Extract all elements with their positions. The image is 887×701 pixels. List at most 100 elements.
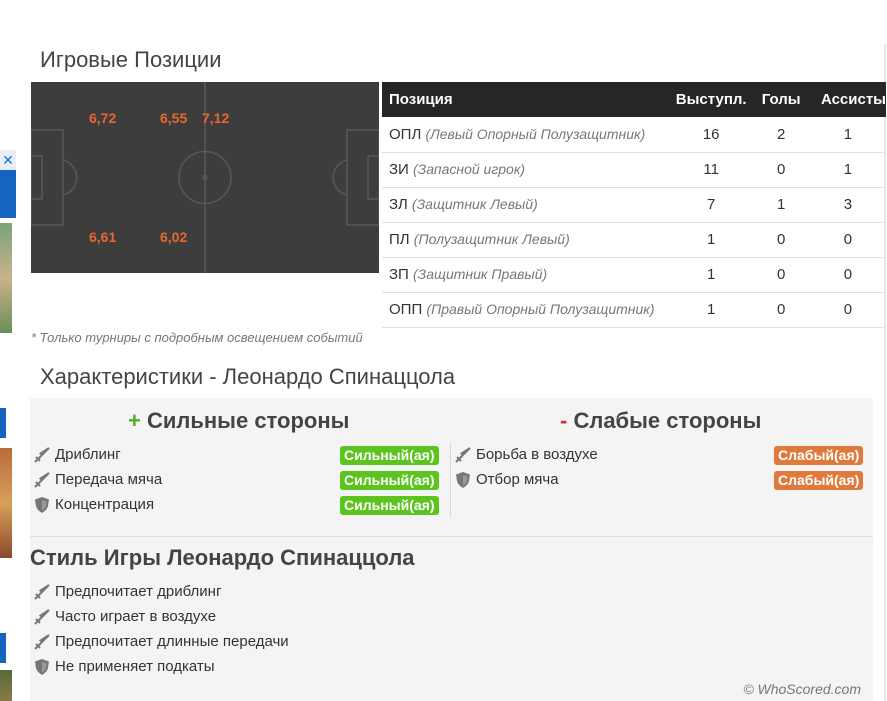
apps-cell: 1: [669, 222, 753, 258]
header-goals[interactable]: Голы: [752, 82, 810, 117]
play-style-panel: Стиль Игры Леонардо Спинаццола Предпочит…: [30, 536, 873, 701]
positions-title: Игровые Позиции: [40, 47, 222, 72]
pitch-rating: 6,02: [160, 229, 188, 245]
minus-icon: -: [560, 408, 568, 433]
table-row: ЗИ (Запасной игрок) 11 0 1: [382, 152, 886, 188]
strength-badge: Сильный(ая): [340, 471, 439, 490]
table-row: ОПЛ (Левый Опорный Полузащитник) 16 2 1: [382, 117, 886, 153]
ad-image[interactable]: [0, 670, 12, 701]
table-row: ПЛ (Полузащитник Левый) 1 0 0: [382, 222, 886, 258]
goals-cell: 1: [752, 187, 810, 223]
position-desc: (Левый Опорный Полузащитник): [425, 125, 646, 142]
assists-cell: 1: [809, 117, 886, 153]
goals-cell: 0: [752, 292, 810, 328]
ad-button[interactable]: [0, 633, 6, 663]
strength-badge: Сильный(ая): [340, 496, 439, 515]
play-style-label: Предпочитает длинные передачи: [55, 633, 289, 650]
goals-cell: 0: [752, 257, 810, 293]
plus-icon: +: [128, 408, 141, 433]
strength-label: Дриблинг: [55, 446, 121, 463]
side-ad[interactable]: ✕: [0, 150, 16, 701]
strength-item: Дриблинг: [33, 444, 121, 466]
goals-cell: 0: [752, 152, 810, 188]
weakness-badge: Слабый(ая): [774, 471, 864, 490]
sword-icon: [34, 609, 50, 625]
position-cell: ЗЛ (Защитник Левый): [382, 187, 670, 223]
sword-icon: [34, 584, 50, 600]
footnote: * Только турниры с подробным освещением …: [31, 330, 363, 345]
table-row: ЗЛ (Защитник Левый) 7 1 3: [382, 187, 886, 223]
weakness-badge: Слабый(ая): [774, 446, 864, 465]
ad-image[interactable]: [0, 223, 12, 333]
strength-badge: Сильный(ая): [340, 446, 439, 465]
table-header-row: Позиция Выступл. Голы Ассисты: [382, 82, 886, 117]
strengths-title: Сильные стороны: [146, 408, 350, 433]
weakness-label: Борьба в воздухе: [476, 446, 598, 463]
position-cell: ЗИ (Запасной игрок): [382, 152, 670, 188]
play-style-label: Не применяет подкаты: [55, 658, 215, 675]
ad-button[interactable]: [0, 408, 6, 438]
copyright-credit[interactable]: © WhoScored.com: [743, 681, 861, 697]
apps-cell: 11: [669, 152, 753, 188]
assists-cell: 0: [809, 257, 886, 293]
weakness-label: Отбор мяча: [476, 471, 559, 488]
goals-cell: 0: [752, 222, 810, 258]
strength-item: Концентрация: [33, 494, 154, 516]
pitch-rating: 6,61: [89, 229, 117, 245]
sword-icon: [34, 447, 50, 463]
sword-icon: [34, 634, 50, 650]
play-style-item: Предпочитает дриблинг: [33, 581, 221, 603]
shield-icon: [35, 659, 49, 676]
positions-table: Позиция Выступл. Голы Ассисты ОПЛ (Левый…: [382, 82, 886, 328]
column-divider: [450, 442, 451, 518]
position-cell: ПЛ (Полузащитник Левый): [382, 222, 670, 258]
shield-icon: [35, 497, 49, 514]
strength-item: Передача мяча: [33, 469, 162, 491]
weakness-item: Борьба в воздухе: [454, 444, 598, 466]
position-code: ЗП: [389, 266, 409, 283]
assists-cell: 0: [809, 222, 886, 258]
goals-cell: 2: [752, 117, 810, 153]
position-desc: (Запасной игрок): [413, 161, 526, 177]
position-desc: (Полузащитник Левый): [413, 231, 570, 247]
weaknesses-title: Слабые стороны: [573, 408, 762, 433]
apps-cell: 1: [669, 292, 753, 328]
apps-cell: 1: [669, 257, 753, 293]
play-style-title: Стиль Игры Леонардо Спинаццола: [30, 545, 415, 570]
position-desc: (Защитник Левый): [411, 196, 538, 212]
header-assists[interactable]: Ассисты: [809, 82, 886, 117]
ad-banner[interactable]: [0, 170, 16, 218]
position-cell: ЗП (Защитник Правый): [382, 257, 670, 293]
ad-close-icon[interactable]: ✕: [0, 150, 16, 170]
sword-icon: [34, 472, 50, 488]
pitch-rating: 7,12: [202, 110, 230, 126]
strengths-heading: + Сильные стороны: [128, 408, 349, 434]
pitch-diagram: 6,72 6,55 7,12 6,61 6,02: [31, 82, 379, 273]
shield-icon: [456, 472, 470, 489]
play-style-item: Не применяет подкаты: [33, 656, 215, 678]
weaknesses-heading: - Слабые стороны: [560, 408, 761, 434]
table-row: ОПП (Правый Опорный Полузащитник) 1 0 0: [382, 292, 886, 328]
position-cell: ОПП (Правый Опорный Полузащитник): [382, 292, 670, 328]
position-code: ОПП: [389, 301, 423, 318]
characteristics-title: Характеристики - Леонардо Спинаццола: [40, 364, 456, 389]
position-code: ЗЛ: [389, 196, 408, 213]
characteristics-panel: + Сильные стороны - Слабые стороны Дрибл…: [30, 398, 873, 536]
assists-cell: 1: [809, 152, 886, 188]
position-code: ПЛ: [389, 231, 410, 248]
play-style-label: Предпочитает дриблинг: [55, 583, 222, 600]
position-code: ОПЛ: [389, 125, 422, 143]
position-desc: (Защитник Правый): [413, 266, 548, 282]
assists-cell: 0: [809, 292, 886, 328]
header-apps[interactable]: Выступл.: [669, 82, 753, 117]
sword-icon: [455, 447, 471, 463]
page: ✕ Игровые Позиции 6,72 6,55 7,12 6,61 6,…: [0, 0, 887, 701]
ad-image[interactable]: [0, 448, 12, 558]
pitch-rating: 6,55: [160, 110, 188, 126]
play-style-item: Предпочитает длинные передачи: [33, 631, 289, 653]
assists-cell: 3: [809, 187, 886, 223]
position-cell: ОПЛ (Левый Опорный Полузащитник): [382, 117, 670, 153]
header-position[interactable]: Позиция: [382, 82, 670, 117]
weakness-item: Отбор мяча: [454, 469, 559, 491]
position-code: ЗИ: [389, 161, 409, 178]
